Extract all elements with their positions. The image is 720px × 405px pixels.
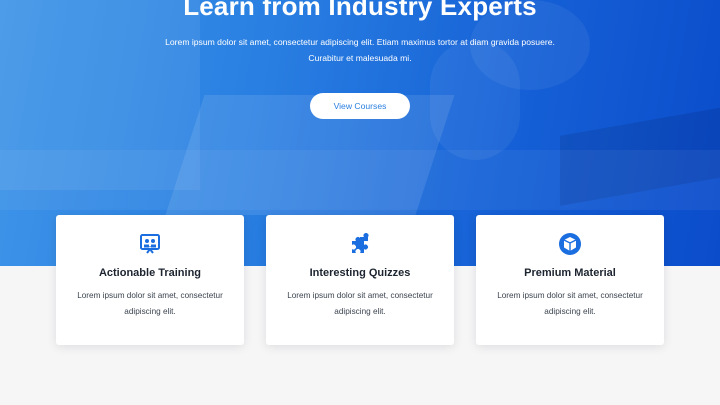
feature-card-actionable-training: Actionable Training Lorem ipsum dolor si… <box>56 215 244 345</box>
feature-card-premium-material: Premium Material Lorem ipsum dolor sit a… <box>476 215 664 345</box>
feature-title: Premium Material <box>524 267 616 279</box>
feature-title: Actionable Training <box>98 267 202 279</box>
hero-background-shape <box>0 150 720 210</box>
puzzle-icon <box>348 232 372 256</box>
hero-title: Learn from Industry Experts <box>183 0 537 21</box>
presentation-icon <box>138 232 162 256</box>
feature-title: Interesting Quizzes <box>309 267 411 279</box>
feature-description: Lorem ipsum dolor sit amet, consectetur … <box>287 291 433 316</box>
cube-icon <box>558 232 582 256</box>
feature-description: Lorem ipsum dolor sit amet, consectetur … <box>497 291 643 316</box>
feature-card-interesting-quizzes: Interesting Quizzes Lorem ipsum dolor si… <box>266 215 454 345</box>
feature-description: Lorem ipsum dolor sit amet, consectetur … <box>77 291 223 316</box>
hero-description: Lorem ipsum dolor sit amet, consectetur … <box>165 37 555 63</box>
view-courses-button[interactable]: View Courses <box>310 93 410 119</box>
